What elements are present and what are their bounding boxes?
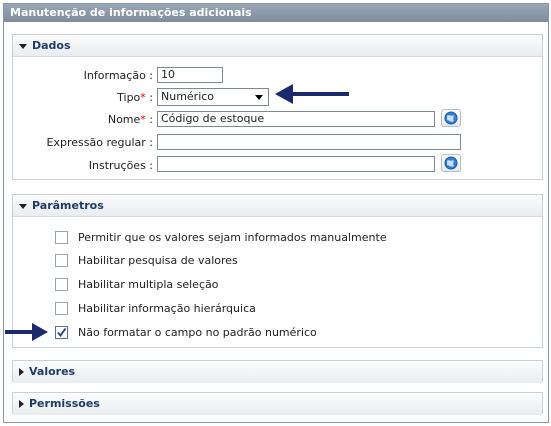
collapsed-triangle-icon [19,400,24,408]
nome-label: Nome* : [107,113,153,126]
section-permissoes: Permissões [12,392,543,415]
section-dados: Dados Informação : 10 Tipo* : Numérico N… [12,34,543,180]
nome-input[interactable]: Código de estoque [157,111,435,127]
multipla-selecao-label: Habilitar multipla seleção [78,278,219,291]
expressao-input[interactable] [157,134,461,150]
pointer-arrow-tipo [275,84,349,104]
section-dados-title: Dados [32,39,71,52]
tipo-label: Tipo* : [117,91,153,104]
section-permissoes-title: Permissões [29,397,100,410]
expressao-label: Expressão regular : [46,136,153,149]
nao-formatar-label: Não formatar o campo no padrão numérico [78,326,317,339]
section-valores-title: Valores [29,365,76,378]
collapsed-triangle-icon [19,368,24,376]
section-dados-header[interactable]: Dados [13,35,542,57]
globe-icon [444,156,458,170]
section-parametros-header[interactable]: Parâmetros [13,195,542,217]
expanded-triangle-icon [19,203,27,209]
pointer-arrow-checkbox [5,323,48,341]
section-parametros-title: Parâmetros [32,199,104,212]
permitir-manual-checkbox[interactable] [55,231,68,244]
section-valores: Valores [12,360,543,383]
instrucoes-translate-button[interactable] [441,154,461,172]
section-parametros: Parâmetros Permitir que os valores sejam… [5,194,543,348]
dropdown-caret-icon [255,95,263,100]
informacao-input[interactable]: 10 [157,67,223,83]
pesquisa-valores-label: Habilitar pesquisa de valores [78,254,238,267]
nome-translate-button[interactable] [441,109,461,127]
section-valores-header[interactable]: Valores [13,361,542,383]
instrucoes-label: Instruções : [88,159,153,172]
hierarquica-checkbox[interactable] [55,302,68,315]
dialog-window: Manutenção de informações adicionais Dad… [3,3,549,423]
checkmark-icon [57,327,67,337]
tipo-select[interactable]: Numérico [157,88,269,106]
tipo-selected-value: Numérico [161,90,215,103]
window-title: Manutenção de informações adicionais [4,4,548,22]
permitir-manual-label: Permitir que os valores sejam informados… [78,231,387,244]
nao-formatar-checkbox[interactable] [55,326,68,339]
expanded-triangle-icon [19,43,27,49]
informacao-label: Informação : [83,69,153,82]
section-permissoes-header[interactable]: Permissões [13,393,542,415]
pesquisa-valores-checkbox[interactable] [55,254,68,267]
instrucoes-input[interactable] [157,156,435,172]
hierarquica-label: Habilitar informação hierárquica [78,302,256,315]
globe-icon [444,111,458,125]
multipla-selecao-checkbox[interactable] [55,278,68,291]
